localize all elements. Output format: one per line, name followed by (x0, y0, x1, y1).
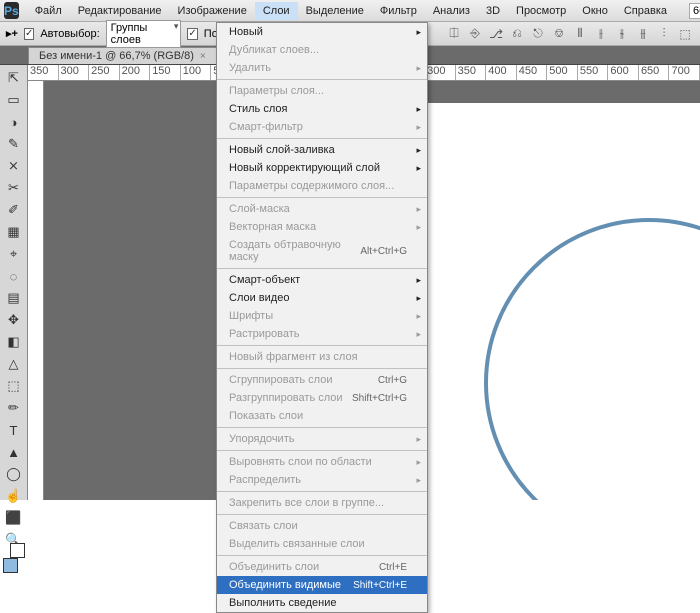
menu-окно[interactable]: Окно (574, 2, 616, 20)
menu-item[interactable]: Объединить видимыеShift+Ctrl+E (217, 576, 427, 594)
show-transform-checkbox[interactable] (187, 28, 197, 40)
align-icon[interactable]: ⎅ (445, 25, 463, 43)
toolbox: ⇱▭◑✎⨯✂✐▦⌖◌▤✥◧△⬚✏T▲◯☝⬛🔍 (0, 65, 28, 500)
menu-item: Параметры слоя... (217, 82, 427, 100)
tool-button[interactable]: ✥ (3, 309, 25, 331)
tool-button[interactable]: T (3, 419, 25, 441)
menu-справка[interactable]: Справка (616, 2, 675, 20)
menu-анализ[interactable]: Анализ (425, 2, 478, 20)
menu-item[interactable]: Слои видео (217, 289, 427, 307)
tool-button[interactable]: ◯ (3, 463, 25, 485)
menu-item: Новый фрагмент из слоя (217, 348, 427, 366)
menu-слои[interactable]: Слои (255, 2, 298, 20)
menu-item: Сгруппировать слоиCtrl+G (217, 371, 427, 389)
document-tab[interactable]: Без имени-1 @ 66,7% (RGB/8)× (28, 47, 217, 64)
menu-item: Разгруппировать слоиShift+Ctrl+G (217, 389, 427, 407)
menu-item: Упорядочить (217, 430, 427, 448)
tool-button[interactable]: ▤ (3, 287, 25, 309)
menu-item: Растрировать (217, 325, 427, 343)
auto-select-checkbox[interactable] (24, 28, 34, 40)
zoom-control[interactable]: % ▾ (683, 0, 700, 23)
align-icons: ⎅⎆⎇⎌⎋⎊⫴⫲⫳⫵⫶⬚ (445, 25, 694, 43)
menu-item: Связать слои (217, 517, 427, 535)
menu-фильтр[interactable]: Фильтр (372, 2, 425, 20)
tool-button[interactable]: ◧ (3, 331, 25, 353)
tool-button[interactable]: ◑ (3, 111, 25, 133)
menu-item[interactable]: Новый корректирующий слой (217, 159, 427, 177)
menu-item: Создать обтравочную маскуAlt+Ctrl+G (217, 236, 427, 266)
menu-item[interactable]: Стиль слоя (217, 100, 427, 118)
align-icon[interactable]: ⎌ (508, 25, 526, 43)
menu-item[interactable]: Новый слой-заливка (217, 141, 427, 159)
group-dropdown[interactable]: Группы слоев (106, 20, 182, 48)
menu-item: Выделить связанные слои (217, 535, 427, 553)
menu-изображение[interactable]: Изображение (170, 2, 255, 20)
tool-button[interactable]: ✏ (3, 397, 25, 419)
circle-shape (484, 218, 700, 500)
tool-button[interactable]: ▦ (3, 221, 25, 243)
align-icon[interactable]: ⫴ (571, 25, 589, 43)
menu-item: Смарт-фильтр (217, 118, 427, 136)
close-icon[interactable]: × (200, 51, 206, 62)
menu-item: Параметры содержимого слоя... (217, 177, 427, 195)
tool-button[interactable]: ▭ (3, 89, 25, 111)
menu-3d[interactable]: 3D (478, 2, 508, 20)
auto-select-label: Автовыбор: (40, 28, 99, 40)
tool-button[interactable]: ▲ (3, 441, 25, 463)
bg-color[interactable] (10, 543, 25, 558)
align-icon[interactable]: ⫵ (634, 25, 652, 43)
menu-item: Шрифты (217, 307, 427, 325)
align-icon[interactable]: ⎆ (466, 25, 484, 43)
zoom-input[interactable] (689, 3, 700, 19)
menu-item: Объединить слоиCtrl+E (217, 558, 427, 576)
align-icon[interactable]: ⎇ (487, 25, 505, 43)
move-tool-icon: ▸+ (6, 27, 18, 40)
vertical-ruler (28, 81, 44, 500)
menu-item[interactable]: Новый (217, 23, 427, 41)
align-icon[interactable]: ⬚ (676, 25, 694, 43)
tool-button[interactable]: △ (3, 353, 25, 375)
menu-выделение[interactable]: Выделение (298, 2, 372, 20)
menu-item: Распределить (217, 471, 427, 489)
tool-button[interactable]: ⬚ (3, 375, 25, 397)
menu-item: Показать слои (217, 407, 427, 425)
align-icon[interactable]: ⫲ (592, 25, 610, 43)
tool-button[interactable]: ⨯ (3, 155, 25, 177)
align-icon[interactable]: ⎊ (550, 25, 568, 43)
tool-button[interactable]: ◌ (3, 265, 25, 287)
menu-item: Закрепить все слои в группе... (217, 494, 427, 512)
align-icon[interactable]: ⫶ (655, 25, 673, 43)
menu-item[interactable]: Выполнить сведение (217, 594, 427, 612)
tool-button[interactable]: ☝ (3, 485, 25, 507)
menu-просмотр[interactable]: Просмотр (508, 2, 574, 20)
align-icon[interactable]: ⎋ (529, 25, 547, 43)
menu-файл[interactable]: Файл (27, 2, 70, 20)
menu-item: Дубликат слоев... (217, 41, 427, 59)
menu-item: Векторная маска (217, 218, 427, 236)
tool-button[interactable]: ✂ (3, 177, 25, 199)
tool-button[interactable]: ⬛ (3, 507, 25, 529)
menu-item: Слой-маска (217, 200, 427, 218)
tool-button[interactable]: ⇱ (3, 67, 25, 89)
app-logo: Ps (4, 2, 19, 19)
menu-редактирование[interactable]: Редактирование (70, 2, 170, 20)
menu-item: Удалить (217, 59, 427, 77)
menu-item: Выровнять слои по области (217, 453, 427, 471)
tool-button[interactable]: ⌖ (3, 243, 25, 265)
menu-item[interactable]: Смарт-объект (217, 271, 427, 289)
tool-button[interactable]: ✎ (3, 133, 25, 155)
fg-color[interactable] (3, 558, 18, 573)
align-icon[interactable]: ⫳ (613, 25, 631, 43)
layers-menu-dropdown: НовыйДубликат слоев...Удалить Параметры с… (216, 22, 428, 613)
tool-button[interactable]: ✐ (3, 199, 25, 221)
